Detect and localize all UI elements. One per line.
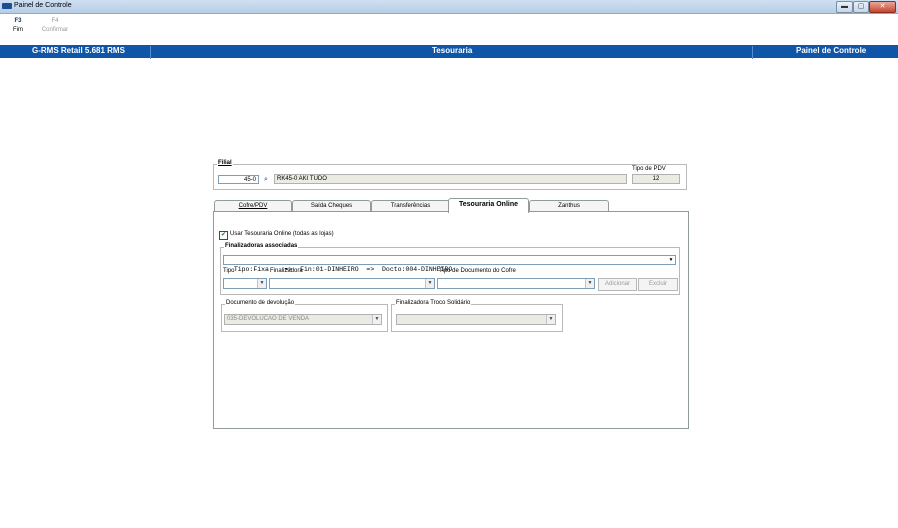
tab-label: Saída Cheques [310,203,353,209]
usar-tesouraria-online-label: Usar Tesouraria Online (todas as lojas) [230,231,334,237]
tab-label: Zanthus [558,203,580,209]
tab-label: Cofre/PDV [238,203,268,209]
tab-tesouraria-online[interactable]: Tesouraria Online [448,198,529,213]
f3-key: F3 [14,18,22,24]
chevron-down-icon: ▼ [546,315,555,324]
tipo-pdv-label: Tipo de PDV [632,166,666,172]
adicionar-button[interactable]: Adicionar [598,278,637,291]
excluir-button[interactable]: Excluir [638,278,678,291]
minimize-button[interactable]: ▬ [836,1,853,13]
usar-tesouraria-online-checkbox[interactable]: ✔ [219,231,228,240]
screen-title: Painel de Controle [796,46,867,55]
finalizadora-label: Finalizadora [270,268,303,274]
tipo-pdv-field: 12 [632,174,680,184]
documento-devolucao-label: Documento de devolução [225,300,296,306]
troco-solidario-label: Finalizadora Troco Solidário [395,300,472,306]
module-header: G-RMS Retail 5.681 RMS Tesouraria Painel… [0,45,898,59]
filial-code-input[interactable]: 45-0 [218,175,259,184]
chevron-down-icon: ▼ [372,315,381,324]
module-title: Tesouraria [432,46,473,55]
f4-label: Confirmar [41,27,69,33]
finalizadora-select[interactable]: ▼ [269,278,435,289]
app-icon [2,3,12,9]
tipo-documento-select[interactable]: ▼ [437,278,595,289]
tipo-label: Tipo [223,268,235,274]
header-divider [752,46,753,59]
chevron-down-icon: ▼ [667,256,675,264]
chevron-down-icon: ▼ [585,279,594,288]
selected-finalizadora: Tipo:Fixa => Fin:01-DINHEIRO => Docto:00… [233,266,453,273]
f4-confirmar-button[interactable]: F4 Confirmar [40,18,70,33]
f4-key: F4 [51,18,59,24]
f3-fim-button[interactable]: F3 Fim [3,18,33,33]
tab-label: Tesouraria Online [459,201,518,208]
troco-solidario-select[interactable]: ▼ [396,314,556,325]
chevron-down-icon: ▼ [425,279,434,288]
finalizadoras-legend: Finalizadoras associadas [224,243,299,249]
filial-name-field: RK45-0 AKI TUDO [274,174,627,184]
devolucao-value: 035-DEVOLUCAO DE VENDA [227,316,310,322]
close-button[interactable]: ✕ [869,1,896,13]
chevron-down-icon: ▼ [257,279,266,288]
window-title: Painel de Controle [14,2,72,9]
system-version: G-RMS Retail 5.681 RMS [32,46,125,55]
title-bar: Painel de Controle ▬ ▢ ✕ [0,0,898,14]
binoculars-search-icon[interactable]: ⌕ [261,175,271,184]
tipo-select[interactable]: ▼ [223,278,267,289]
tab-label: Transferências [390,203,431,209]
tipo-documento-label: Tipo de Documento do Cofre [439,268,516,274]
f3-label: Fim [13,27,23,33]
header-divider [150,46,151,59]
maximize-button[interactable]: ▢ [853,1,869,13]
documento-devolucao-select[interactable]: 035-DEVOLUCAO DE VENDA ▼ [224,314,382,325]
filial-legend: Filial [217,160,233,166]
finalizadoras-associadas-select[interactable]: Tipo:Fixa => Fin:01-DINHEIRO => Docto:00… [223,255,676,273]
